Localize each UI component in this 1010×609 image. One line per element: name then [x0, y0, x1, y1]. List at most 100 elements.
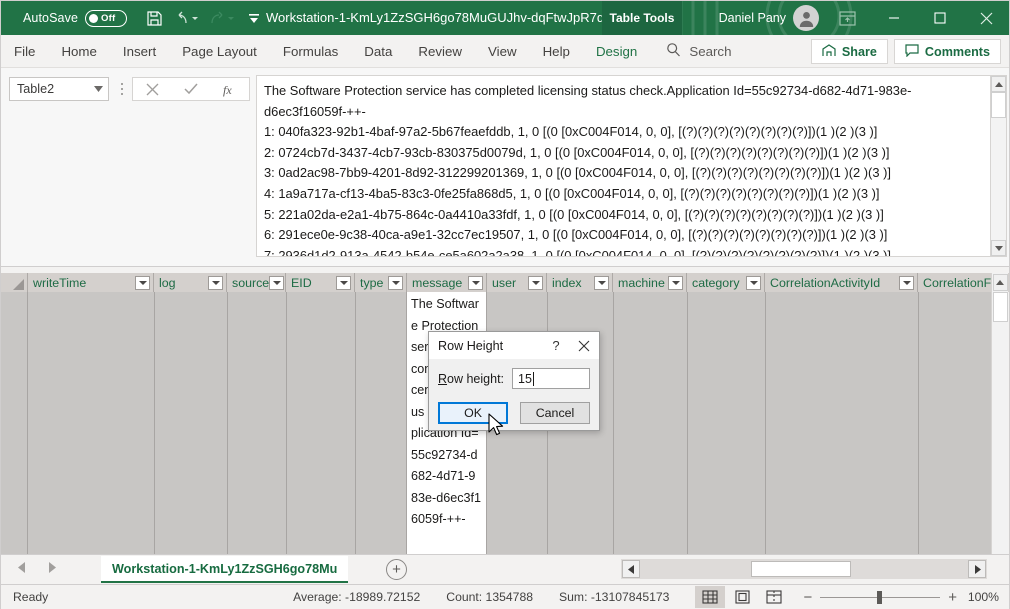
zoom-out-button[interactable]: − — [803, 590, 812, 605]
tab-review[interactable]: Review — [405, 35, 475, 68]
previous-sheet-icon[interactable] — [17, 560, 26, 578]
page-layout-view-icon[interactable] — [727, 586, 757, 608]
filter-dropdown-icon[interactable] — [135, 275, 150, 290]
close-button[interactable] — [963, 1, 1009, 35]
insert-function-icon[interactable]: fx — [210, 78, 249, 100]
save-icon[interactable] — [141, 5, 167, 31]
add-sheet-button[interactable]: + — [386, 559, 407, 580]
dialog-title-bar: Row Height ? — [429, 332, 599, 359]
dialog-help-button[interactable]: ? — [543, 332, 569, 359]
column-header-source[interactable]: source — [227, 273, 286, 292]
horizontal-scrollbar[interactable] — [621, 559, 987, 579]
zoom-in-button[interactable]: + — [948, 590, 957, 605]
row-height-input[interactable]: 15 — [512, 368, 590, 389]
text-caret — [532, 371, 534, 386]
filter-dropdown-icon[interactable] — [746, 275, 761, 290]
ok-button[interactable]: OK — [438, 402, 509, 424]
chevron-down-icon[interactable] — [89, 86, 108, 92]
name-box[interactable]: Table2 — [9, 77, 109, 101]
autosave-control[interactable]: AutoSave Off — [23, 9, 128, 27]
customize-quick-access-icon[interactable] — [241, 5, 267, 31]
window-buttons — [871, 1, 1009, 35]
filter-dropdown-icon[interactable] — [336, 275, 351, 290]
horizontal-scrollbar-thumb[interactable] — [751, 561, 851, 577]
formula-bar-scrollbar[interactable] — [990, 75, 1007, 257]
tab-page-layout[interactable]: Page Layout — [169, 35, 270, 68]
status-count[interactable]: Count: 1354788 — [446, 590, 533, 604]
column-header-writetime[interactable]: writeTime — [28, 273, 154, 292]
column-header-log[interactable]: log — [154, 273, 227, 292]
row-header-column[interactable] — [1, 292, 28, 554]
maximize-button[interactable] — [917, 1, 963, 35]
dialog-close-icon[interactable] — [569, 332, 599, 359]
tab-help[interactable]: Help — [530, 35, 583, 68]
tab-file[interactable]: File — [1, 35, 48, 68]
column-label: machine — [618, 275, 665, 290]
filter-dropdown-icon[interactable] — [594, 275, 609, 290]
share-label: Share — [841, 44, 877, 59]
column-header-type[interactable]: type — [355, 273, 407, 292]
tab-insert[interactable]: Insert — [110, 35, 169, 68]
cancel-button[interactable]: Cancel — [520, 402, 590, 424]
column-label: CorrelationActivityId — [770, 275, 881, 290]
tab-home[interactable]: Home — [48, 35, 109, 68]
vertical-scrollbar[interactable] — [991, 273, 1008, 554]
zoom-slider-thumb[interactable] — [877, 590, 883, 604]
ribbon-display-options-icon[interactable] — [833, 6, 861, 30]
zoom-slider[interactable] — [820, 590, 941, 604]
formula-bar-grip[interactable] — [119, 80, 125, 98]
tab-data[interactable]: Data — [351, 35, 405, 68]
select-all-corner[interactable] — [1, 273, 28, 292]
filter-dropdown-icon[interactable] — [668, 275, 683, 290]
next-sheet-icon[interactable] — [48, 560, 57, 578]
search-box[interactable]: Search — [666, 42, 731, 60]
normal-view-icon[interactable] — [695, 586, 726, 608]
cancel-icon[interactable] — [133, 78, 172, 100]
grid-column-divider — [918, 292, 919, 554]
column-header-correlationrelated[interactable]: CorrelationF — [918, 273, 992, 292]
column-header-machine[interactable]: machine — [613, 273, 687, 292]
filter-dropdown-icon[interactable] — [468, 275, 483, 290]
vertical-scrollbar-thumb[interactable] — [992, 292, 1008, 322]
column-header-eid[interactable]: EID — [286, 273, 355, 292]
contextual-tab-table-tools[interactable]: Table Tools — [602, 1, 682, 35]
minimize-button[interactable] — [871, 1, 917, 35]
excel-window: AutoSave Off Workstation-1-KmLy1ZzSGH6go… — [0, 0, 1010, 609]
avatar[interactable] — [793, 5, 819, 31]
sheet-tab-active[interactable]: Workstation-1-KmLy1ZzSGH6go78Mu — [101, 556, 349, 583]
scroll-down-icon[interactable] — [991, 240, 1006, 256]
status-average[interactable]: Average: -18989.72152 — [293, 590, 420, 604]
status-sum[interactable]: Sum: -13107845173 — [559, 590, 669, 604]
zoom-level-label[interactable]: 100% — [965, 590, 999, 604]
scroll-up-icon[interactable] — [991, 76, 1006, 92]
share-button[interactable]: Share — [810, 39, 888, 64]
column-header-user[interactable]: user — [487, 273, 547, 292]
tab-formulas[interactable]: Formulas — [270, 35, 351, 68]
row-height-label-mnemonic: R — [438, 371, 448, 386]
filter-dropdown-icon[interactable] — [528, 275, 543, 290]
tab-design[interactable]: Design — [583, 35, 650, 68]
filter-dropdown-icon[interactable] — [208, 275, 223, 290]
filter-dropdown-icon[interactable] — [899, 275, 914, 290]
user-account[interactable]: Daniel Pany — [719, 1, 819, 35]
column-header-index[interactable]: index — [547, 273, 613, 292]
ribbon-tab-bar: File Home Insert Page Layout Formulas Da… — [1, 35, 1009, 68]
column-header-correlationactivityid[interactable]: CorrelationActivityId — [765, 273, 918, 292]
comments-button[interactable]: Comments — [893, 39, 1001, 64]
scroll-left-icon[interactable] — [622, 560, 640, 578]
scroll-right-icon[interactable] — [968, 560, 986, 578]
column-header-message[interactable]: message — [407, 273, 487, 292]
filter-dropdown-icon[interactable] — [269, 275, 285, 290]
tab-view[interactable]: View — [475, 35, 530, 68]
scroll-up-icon[interactable] — [992, 274, 1008, 291]
formula-scrollbar-thumb[interactable] — [991, 92, 1006, 118]
autosave-toggle[interactable]: Off — [85, 9, 128, 27]
enter-icon[interactable] — [172, 78, 211, 100]
redo-icon[interactable] — [205, 5, 239, 31]
search-icon — [666, 42, 681, 60]
page-break-preview-icon[interactable] — [759, 586, 789, 608]
filter-dropdown-icon[interactable] — [388, 275, 403, 290]
undo-icon[interactable] — [169, 5, 203, 31]
column-header-category[interactable]: category — [687, 273, 765, 292]
formula-bar-input[interactable]: The Software Protection service has comp… — [256, 75, 994, 257]
